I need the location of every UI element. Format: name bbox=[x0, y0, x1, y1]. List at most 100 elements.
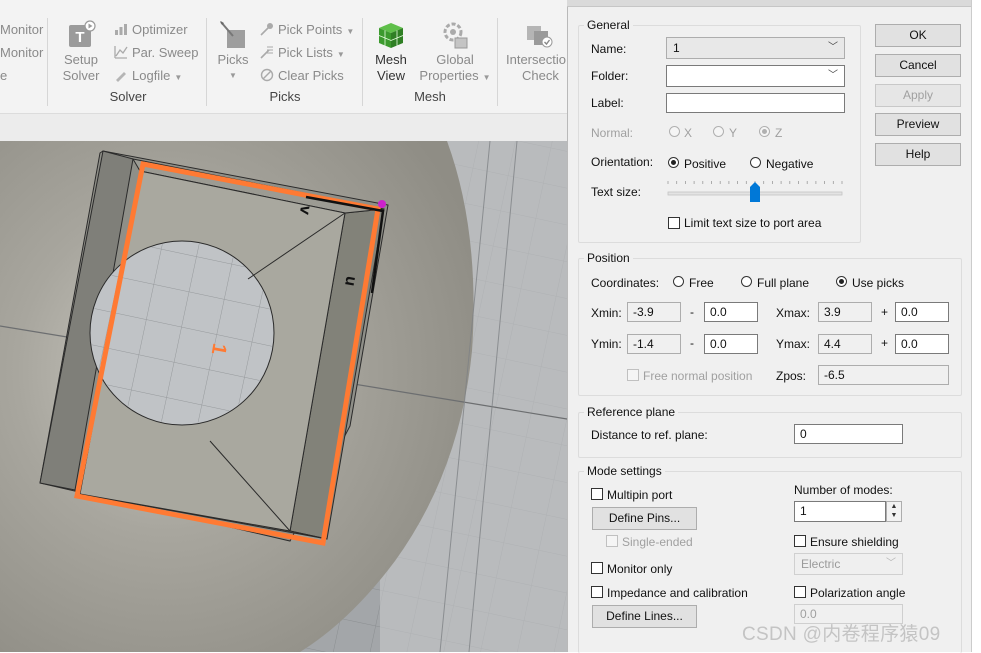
pick-points-button[interactable]: Pick Points ▼ bbox=[260, 20, 354, 40]
distance-field[interactable]: 0 bbox=[794, 424, 903, 444]
optimizer-icon bbox=[114, 22, 128, 36]
limit-text-checkbox[interactable] bbox=[668, 217, 680, 229]
chevron-down-icon: ﹀ bbox=[886, 558, 896, 569]
coord-use-picks-label: Use picks bbox=[852, 276, 905, 290]
spin-down-icon[interactable]: ▼ bbox=[887, 511, 901, 520]
clear-picks-label: Clear Picks bbox=[278, 68, 344, 83]
group-label-solver: Solver bbox=[109, 89, 147, 104]
chevron-down-icon: ▼ bbox=[336, 50, 345, 59]
normal-y-radio[interactable] bbox=[713, 126, 724, 137]
ymax-field[interactable]: 4.4 bbox=[818, 334, 872, 354]
monitor-only-checkbox[interactable] bbox=[591, 562, 603, 574]
orientation-positive-label: Positive bbox=[684, 157, 727, 171]
label-input[interactable] bbox=[666, 93, 845, 113]
ok-button[interactable]: OK bbox=[875, 24, 961, 47]
num-modes-field[interactable]: 1 bbox=[794, 501, 886, 522]
polarization-checkbox[interactable] bbox=[794, 586, 806, 598]
cancel-button[interactable]: Cancel bbox=[875, 54, 961, 77]
monitor-item-2[interactable]: Monitor bbox=[0, 43, 43, 63]
cut-label: e bbox=[0, 68, 8, 83]
clear-picks-button[interactable]: Clear Picks bbox=[260, 66, 344, 86]
ensure-shielding-label: Ensure shielding bbox=[810, 535, 899, 549]
folder-select[interactable]: ﹀ bbox=[666, 65, 845, 87]
ribbon-separator bbox=[497, 18, 498, 106]
orientation-negative-radio[interactable] bbox=[750, 157, 761, 168]
global-properties-label-2: Properties ▼ bbox=[418, 68, 492, 86]
position-group-title: Position bbox=[584, 251, 633, 265]
orientation-positive-radio[interactable] bbox=[668, 157, 679, 168]
name-select[interactable]: 1 ﹀ bbox=[666, 37, 845, 59]
xmin-field[interactable]: -3.9 bbox=[627, 302, 681, 322]
intersection-check-icon bbox=[523, 20, 555, 50]
minus-sign: - bbox=[690, 336, 694, 350]
xmin-offset-field[interactable]: 0.0 bbox=[704, 302, 758, 322]
free-normal-label: Free normal position bbox=[643, 369, 753, 383]
ymin-offset-field[interactable]: 0.0 bbox=[704, 334, 758, 354]
coord-use-picks-radio[interactable] bbox=[836, 276, 847, 287]
slider-track bbox=[667, 181, 843, 202]
apply-button[interactable]: Apply bbox=[875, 84, 961, 107]
chevron-down-icon: ▼ bbox=[346, 27, 355, 36]
ribbon-cut-item[interactable]: e bbox=[0, 66, 7, 86]
help-button[interactable]: Help bbox=[875, 143, 961, 166]
chevron-down-icon: ▼ bbox=[482, 73, 491, 82]
slider-thumb[interactable] bbox=[750, 182, 760, 202]
picks-button[interactable]: Picks ▼ bbox=[212, 20, 254, 84]
coord-free-radio[interactable] bbox=[673, 276, 684, 287]
dialog-titlebar[interactable] bbox=[567, 0, 971, 7]
normal-z-label: Z bbox=[775, 126, 783, 140]
xmax-label: Xmax: bbox=[776, 306, 811, 320]
pick-points-label: Pick Points bbox=[278, 22, 343, 37]
num-modes-spinner[interactable]: ▲ ▼ bbox=[886, 501, 902, 522]
define-pins-button[interactable]: Define Pins... bbox=[592, 507, 697, 530]
pick-lists-button[interactable]: Pick Lists ▼ bbox=[260, 43, 345, 63]
optimizer-label: Optimizer bbox=[132, 22, 188, 37]
3d-viewport[interactable]: 1 v u bbox=[0, 141, 567, 652]
optimizer-button[interactable]: Optimizer bbox=[114, 20, 188, 40]
single-ended-checkbox[interactable] bbox=[606, 535, 618, 547]
ribbon-separator bbox=[47, 18, 48, 106]
spin-up-icon[interactable]: ▲ bbox=[887, 502, 901, 511]
global-properties-button[interactable]: Global Properties ▼ bbox=[418, 20, 492, 86]
shielding-select[interactable]: Electric ﹀ bbox=[794, 553, 903, 575]
zpos-label: Zpos: bbox=[776, 369, 807, 383]
multipin-checkbox[interactable] bbox=[591, 488, 603, 500]
setup-solver-button[interactable]: T Setup Solver bbox=[56, 20, 106, 84]
normal-x-radio[interactable] bbox=[669, 126, 680, 137]
logfile-label: Logfile bbox=[132, 68, 171, 83]
ymin-label: Ymin: bbox=[591, 337, 622, 351]
normal-y-label: Y bbox=[729, 126, 738, 140]
coord-full-plane-radio[interactable] bbox=[741, 276, 752, 287]
ribbon-status-strip bbox=[0, 113, 567, 141]
picks-icon bbox=[217, 20, 249, 50]
logfile-icon bbox=[114, 68, 128, 82]
zpos-field[interactable]: -6.5 bbox=[818, 365, 949, 385]
define-lines-button[interactable]: Define Lines... bbox=[592, 605, 697, 628]
monitor-item-1[interactable]: Monitor bbox=[0, 20, 43, 40]
global-properties-label-1: Global bbox=[436, 52, 474, 67]
mesh-view-button[interactable]: Mesh View bbox=[368, 20, 414, 84]
normal-z-radio[interactable] bbox=[759, 126, 770, 137]
text-size-slider[interactable] bbox=[666, 176, 844, 204]
par-sweep-icon bbox=[114, 45, 128, 59]
xmax-field[interactable]: 3.9 bbox=[818, 302, 872, 322]
preview-button[interactable]: Preview bbox=[875, 113, 961, 136]
3d-model-scene[interactable] bbox=[0, 141, 567, 652]
ymax-offset-field[interactable]: 0.0 bbox=[895, 334, 949, 354]
limit-text-label: Limit text size to port area bbox=[684, 216, 822, 230]
logfile-button[interactable]: Logfile ▼ bbox=[114, 66, 182, 86]
xmax-offset-field[interactable]: 0.0 bbox=[895, 302, 949, 322]
free-normal-checkbox[interactable] bbox=[627, 369, 639, 381]
ymin-field[interactable]: -1.4 bbox=[627, 334, 681, 354]
impedance-checkbox[interactable] bbox=[591, 586, 603, 598]
coord-free-label: Free bbox=[689, 276, 714, 290]
ensure-shielding-checkbox[interactable] bbox=[794, 535, 806, 547]
orientation-label: Orientation: bbox=[591, 155, 654, 169]
par-sweep-button[interactable]: Par. Sweep bbox=[114, 43, 199, 63]
intersection-check-button[interactable]: Intersectio Check bbox=[503, 20, 567, 84]
monitor-label: Monitor bbox=[0, 22, 44, 37]
orientation-negative-label: Negative bbox=[766, 157, 814, 171]
dialog-edge-scrollbar[interactable] bbox=[971, 0, 981, 652]
intersection-check-label-1: Intersectio bbox=[506, 52, 566, 67]
pick-point-marker[interactable] bbox=[378, 200, 386, 208]
